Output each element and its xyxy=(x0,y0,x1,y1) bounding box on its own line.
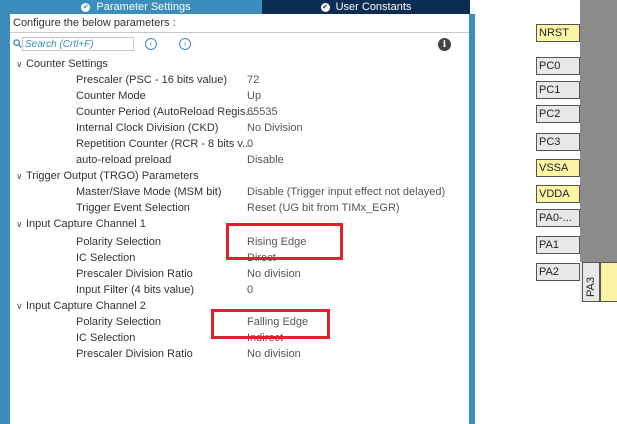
pin-pa0[interactable]: PA0-... xyxy=(536,209,580,227)
pin-pa2[interactable]: PA2 xyxy=(536,263,580,281)
param-name: Prescaler (PSC - 16 bits value) xyxy=(76,74,227,86)
chevron-down-icon: ∨ xyxy=(16,301,23,311)
pin-pc1[interactable]: PC1 xyxy=(536,81,580,99)
chevron-down-icon: ∨ xyxy=(16,219,23,229)
group-trigger-output[interactable]: ∨ Trigger Output (TRGO) Parameters xyxy=(16,168,199,184)
pin-label: PA3 xyxy=(585,277,597,297)
param-value[interactable]: 0 xyxy=(247,136,253,152)
param-name: Counter Mode xyxy=(76,90,146,102)
pin-nrst[interactable]: NRST xyxy=(536,24,580,42)
chevron-down-icon: ∨ xyxy=(16,59,23,69)
check-circle-icon: ✔ xyxy=(320,2,330,12)
param-value[interactable]: Reset (UG bit from TIMx_EGR) xyxy=(247,200,400,216)
chevron-right-icon: › xyxy=(183,39,187,48)
pin-vdda[interactable]: VDDA xyxy=(536,185,580,203)
info-icon[interactable]: i xyxy=(438,38,451,51)
chevron-down-icon: ∨ xyxy=(16,171,23,181)
search-previous-button[interactable]: ‹ xyxy=(145,38,157,50)
param-name: Master/Slave Mode (MSM bit) xyxy=(76,186,222,198)
pin-pc2[interactable]: PC2 xyxy=(536,105,580,123)
group-title: Input Capture Channel 2 xyxy=(26,300,146,312)
tab-parameter-settings[interactable]: ✔ Parameter Settings xyxy=(10,0,262,14)
tab-user-constants[interactable]: ✔ User Constants xyxy=(262,0,470,14)
check-circle-icon: ✔ xyxy=(81,2,91,12)
param-name: Prescaler Division Ratio xyxy=(76,268,193,280)
chip-body xyxy=(580,0,617,262)
panel-right-border xyxy=(469,14,475,424)
param-name: Input Filter (4 bits value) xyxy=(76,284,194,296)
param-name: Polarity Selection xyxy=(76,316,161,328)
param-value[interactable]: Disable xyxy=(247,152,284,168)
pin-power[interactable] xyxy=(600,262,617,302)
pin-pc3[interactable]: PC3 xyxy=(536,133,580,151)
param-value[interactable]: Up xyxy=(247,88,261,104)
group-input-capture-channel-1[interactable]: ∨ Input Capture Channel 1 xyxy=(16,216,146,232)
param-value[interactable]: 0 xyxy=(247,282,253,298)
panel-left-border xyxy=(0,0,10,424)
param-value[interactable]: 72 xyxy=(247,72,259,88)
param-name: Internal Clock Division (CKD) xyxy=(76,122,219,134)
group-input-capture-channel-2[interactable]: ∨ Input Capture Channel 2 xyxy=(16,298,146,314)
param-name: Trigger Event Selection xyxy=(76,202,190,214)
group-title: Counter Settings xyxy=(26,58,108,70)
param-value[interactable]: 65535 xyxy=(247,104,278,120)
param-name: IC Selection xyxy=(76,252,136,264)
group-title: Input Capture Channel 1 xyxy=(26,218,146,230)
param-value[interactable]: No Division xyxy=(247,120,303,136)
tab-label: User Constants xyxy=(335,1,412,13)
group-counter-settings[interactable]: ∨ Counter Settings xyxy=(16,56,108,72)
param-name: Prescaler Division Ratio xyxy=(76,348,193,360)
search-input[interactable] xyxy=(22,37,134,51)
highlight-box-rising-edge xyxy=(226,223,343,260)
search-icon xyxy=(13,39,22,48)
pin-pc0[interactable]: PC0 xyxy=(536,57,580,75)
group-title: Trigger Output (TRGO) Parameters xyxy=(26,170,199,182)
param-name: Repetition Counter (RCR - 8 bits v... xyxy=(76,138,252,150)
param-name: IC Selection xyxy=(76,332,136,344)
param-name: auto-reload preload xyxy=(76,154,172,166)
highlight-box-falling-edge xyxy=(211,309,330,339)
param-value[interactable]: No division xyxy=(247,266,301,282)
configure-label: Configure the below parameters : xyxy=(10,14,469,33)
chevron-left-icon: ‹ xyxy=(149,39,153,48)
tab-label: Parameter Settings xyxy=(96,1,191,13)
param-value[interactable]: No division xyxy=(247,346,301,362)
pin-vssa[interactable]: VSSA xyxy=(536,159,580,177)
pin-pa3[interactable]: PA3 xyxy=(582,262,600,302)
param-name: Counter Period (AutoReload Regis... xyxy=(76,106,255,118)
param-name: Polarity Selection xyxy=(76,236,161,248)
param-value[interactable]: Disable (Trigger input effect not delaye… xyxy=(247,184,445,200)
search-next-button[interactable]: › xyxy=(179,38,191,50)
pin-pa1[interactable]: PA1 xyxy=(536,236,580,254)
